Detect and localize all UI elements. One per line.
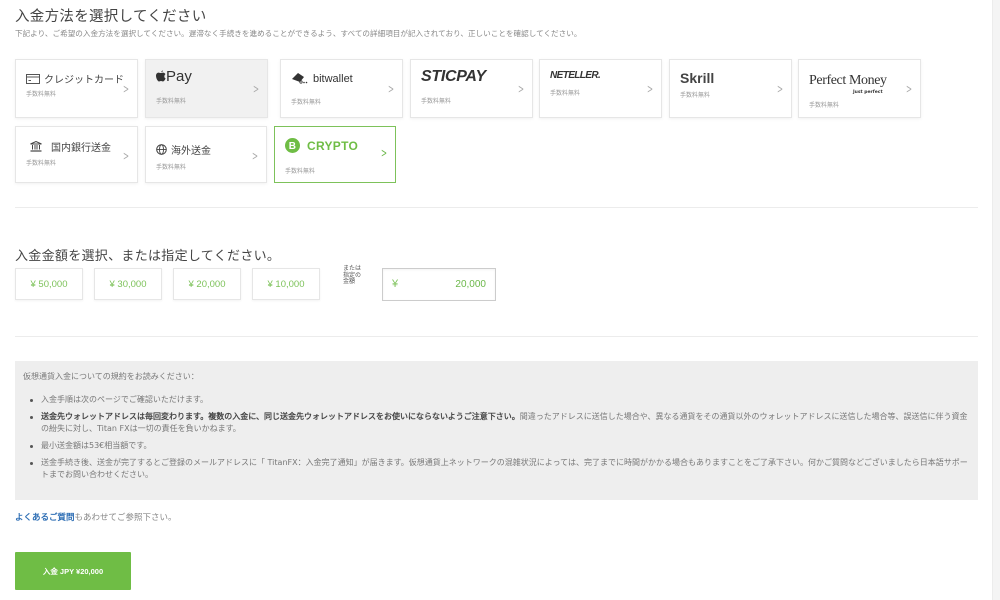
method-card-bitwallet[interactable]: bitwallet 手数料無料 > bbox=[280, 59, 403, 118]
fee-label: 手数料無料 bbox=[291, 99, 322, 106]
fee-label: 手数料無料 bbox=[26, 91, 57, 98]
terms-item: 送金先ウォレットアドレスは毎回変わります。複数の入金に、同じ送金先ウォレットアド… bbox=[30, 411, 969, 435]
custom-amount-label: または 指定の 金額 bbox=[343, 265, 373, 286]
chevron-right-icon: > bbox=[646, 82, 653, 96]
amount-preset-50000[interactable]: ¥ 50,000 bbox=[15, 268, 83, 300]
method-card-international-wire[interactable]: 海外送金 手数料無料 > bbox=[145, 126, 267, 183]
perfect-money-logo: Perfect Money bbox=[809, 73, 887, 88]
amount-preset-30000[interactable]: ¥ 30,000 bbox=[94, 268, 162, 300]
bank-icon bbox=[30, 140, 42, 152]
fee-label: 手数料無料 bbox=[550, 90, 581, 97]
perfect-money-tagline: Just perfect bbox=[853, 90, 883, 95]
globe-icon bbox=[156, 144, 167, 155]
chevron-right-icon: > bbox=[122, 82, 129, 96]
terms-item-text: 送金手続き後、送金が完了するとご登録のメールアドレスに「 TitanFX：入金完… bbox=[41, 458, 968, 479]
chevron-right-icon: > bbox=[251, 149, 258, 163]
chevron-right-icon: > bbox=[380, 146, 387, 160]
terms-list: 入金手順は次のページでご確認いただけます。 送金先ウォレットアドレスは毎回変わり… bbox=[30, 394, 969, 486]
section-divider bbox=[15, 207, 978, 208]
terms-item: 入金手順は次のページでご確認いただけます。 bbox=[30, 394, 969, 406]
amount-preset-10000[interactable]: ¥ 10,000 bbox=[252, 268, 320, 300]
crypto-logo: B CRYPTO bbox=[285, 138, 358, 153]
terms-item-text: 入金手順は次のページでご確認いただけます。 bbox=[41, 395, 209, 404]
method-card-neteller[interactable]: NETELLER. 手数料無料 > bbox=[539, 59, 662, 118]
fee-label: 手数料無料 bbox=[680, 92, 711, 99]
fee-label: 手数料無料 bbox=[156, 164, 187, 171]
method-label: bitwallet bbox=[313, 73, 353, 85]
chevron-right-icon: > bbox=[776, 82, 783, 96]
custom-amount-value: 20,000 bbox=[455, 279, 486, 290]
custom-label-line: 金額 bbox=[343, 278, 356, 285]
method-label: CRYPTO bbox=[307, 139, 359, 153]
domestic-bank-logo: 国内銀行送金 bbox=[30, 139, 111, 154]
credit-card-logo: クレジットカード bbox=[26, 71, 124, 86]
bitwallet-icon bbox=[292, 73, 308, 84]
method-card-domestic-bank[interactable]: 国内銀行送金 手数料無料 > bbox=[15, 126, 138, 183]
fee-label: 手数料無料 bbox=[156, 98, 187, 105]
svg-text:B: B bbox=[289, 141, 297, 152]
terms-item: 最小送金額は53€相当額です。 bbox=[30, 440, 969, 452]
faq-link[interactable]: よくあるご質問 bbox=[15, 513, 75, 523]
chevron-right-icon: > bbox=[122, 149, 129, 163]
currency-symbol: ¥ bbox=[392, 278, 399, 290]
deposit-submit-button[interactable]: 入金 JPY ¥20,000 bbox=[15, 552, 131, 590]
bitwallet-logo: bitwallet bbox=[291, 72, 353, 85]
chevron-right-icon: > bbox=[905, 82, 912, 96]
fee-label: 手数料無料 bbox=[421, 98, 452, 105]
method-card-crypto[interactable]: B CRYPTO 手数料無料 > bbox=[274, 126, 396, 183]
method-card-perfect-money[interactable]: Perfect Money Just perfect 手数料無料 > bbox=[798, 59, 921, 118]
skrill-logo: Skrill bbox=[680, 70, 715, 86]
custom-amount-input[interactable]: ¥ 20,000 bbox=[382, 268, 496, 301]
fee-label: 手数料無料 bbox=[26, 160, 57, 167]
method-label: Pay bbox=[166, 68, 192, 85]
terms-item: 送金手続き後、送金が完了するとご登録のメールアドレスに「 TitanFX：入金完… bbox=[30, 457, 969, 481]
method-section-title: 入金方法を選択してください bbox=[15, 9, 207, 25]
international-wire-logo: 海外送金 bbox=[156, 142, 211, 157]
chevron-right-icon: > bbox=[252, 82, 259, 96]
amount-section-title: 入金金額を選択、または指定してください。 bbox=[15, 249, 281, 264]
terms-item-bold: 送金先ウォレットアドレスは毎回変わります。複数の入金に、同じ送金先ウォレットアド… bbox=[41, 412, 520, 421]
method-card-credit-card[interactable]: クレジットカード 手数料無料 > bbox=[15, 59, 138, 118]
method-label: クレジットカード bbox=[44, 75, 124, 86]
terms-item-text: 最小送金額は53€相当額です。 bbox=[41, 441, 152, 450]
apple-icon bbox=[156, 70, 166, 82]
method-card-skrill[interactable]: Skrill 手数料無料 > bbox=[669, 59, 792, 118]
method-label: 海外送金 bbox=[171, 146, 211, 157]
bitcoin-icon: B bbox=[285, 138, 300, 153]
method-card-sticpay[interactable]: STICPAY 手数料無料 > bbox=[410, 59, 533, 118]
method-section-subtitle: 下記より、ご希望の入金方法を選択してください。遅滞なく手続きを進めることができる… bbox=[15, 29, 582, 38]
sticpay-logo: STICPAY bbox=[421, 68, 486, 85]
crypto-terms-box: 仮想通貨入金についての規約をお読みください： 入金手順は次のページでご確認いただ… bbox=[15, 361, 978, 500]
method-card-apple-pay[interactable]: Pay 手数料無料 > bbox=[145, 59, 268, 118]
faq-line: よくあるご質問もあわせてご参照下さい。 bbox=[15, 511, 177, 523]
neteller-logo: NETELLER. bbox=[550, 70, 601, 81]
chevron-right-icon: > bbox=[387, 82, 394, 96]
method-label: 国内銀行送金 bbox=[51, 143, 111, 154]
terms-heading: 仮想通貨入金についての規約をお読みください： bbox=[23, 372, 199, 381]
scrollbar-track[interactable] bbox=[992, 0, 1000, 600]
fee-label: 手数料無料 bbox=[285, 168, 316, 175]
fee-label: 手数料無料 bbox=[809, 102, 840, 109]
section-divider bbox=[15, 336, 978, 337]
chevron-right-icon: > bbox=[517, 82, 524, 96]
credit-card-icon bbox=[26, 74, 40, 84]
apple-pay-logo: Pay bbox=[156, 68, 192, 85]
faq-suffix: もあわせてご参照下さい。 bbox=[74, 513, 177, 523]
amount-preset-20000[interactable]: ¥ 20,000 bbox=[173, 268, 241, 300]
